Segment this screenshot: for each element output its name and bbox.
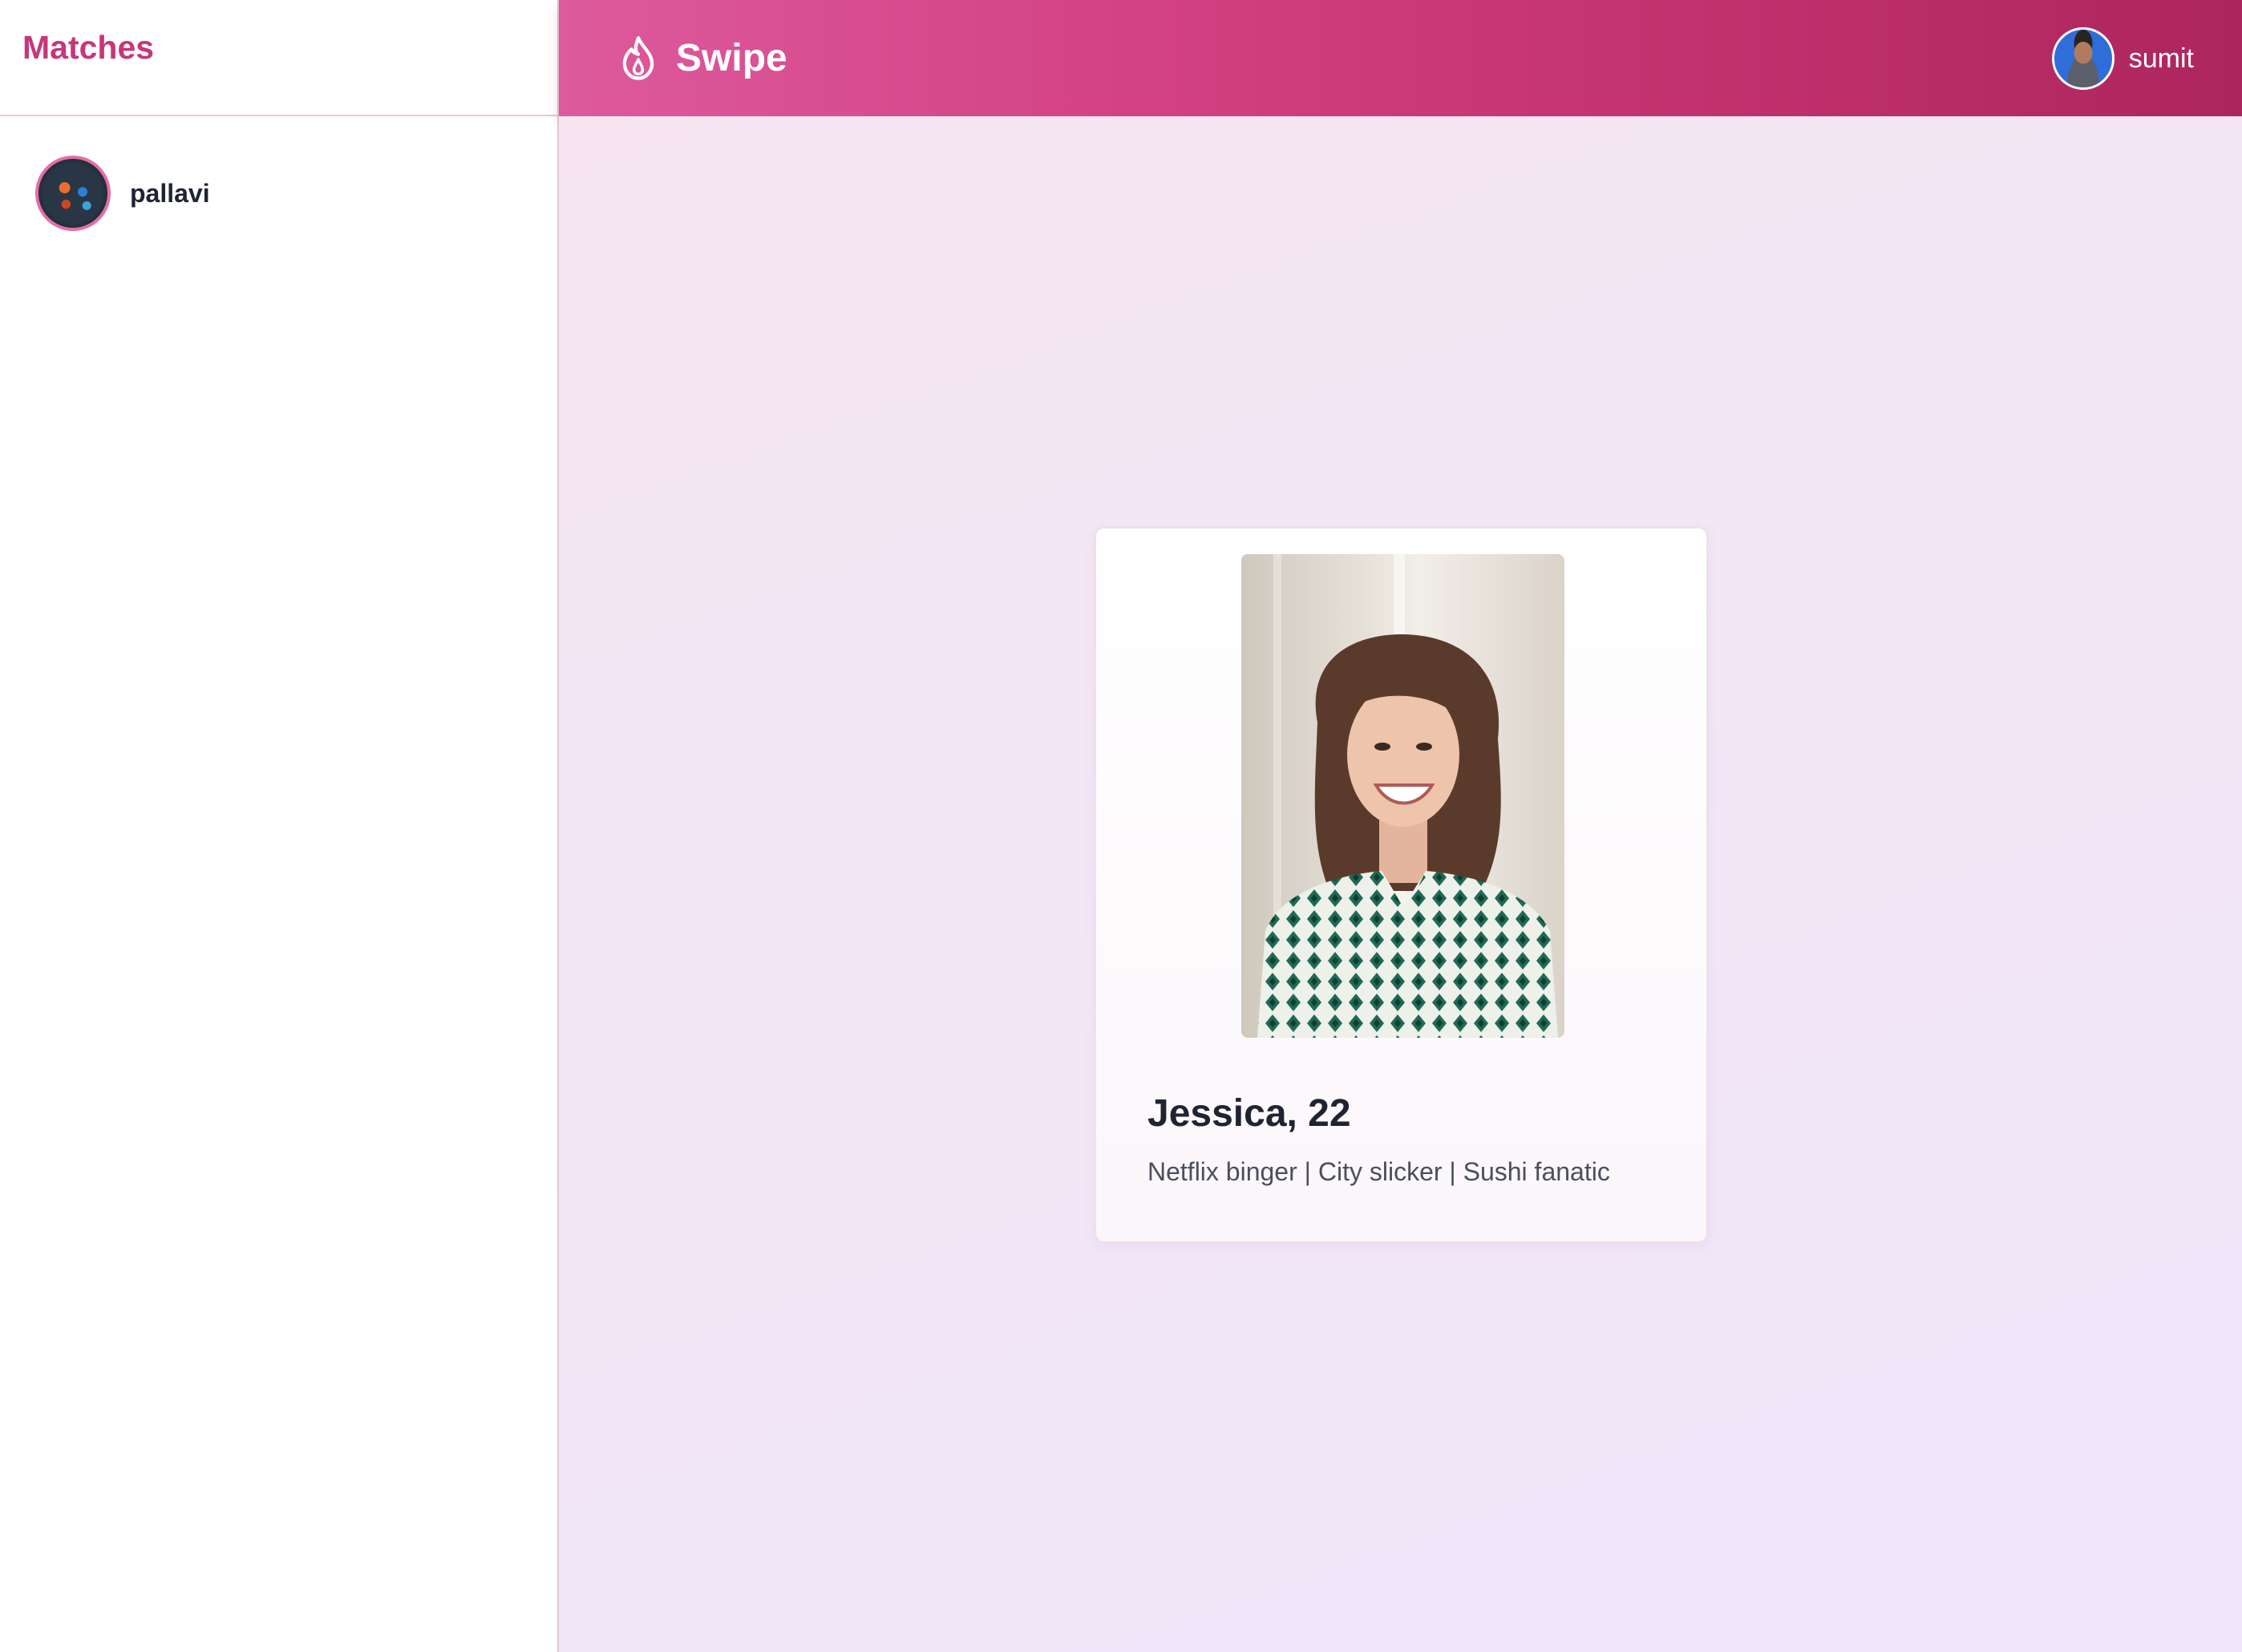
user-name: sumit [2128, 43, 2194, 74]
app-root: Matches pallavi Swipe sumit Jessica, 22 … [0, 0, 2242, 1652]
brand-name: Swipe [676, 37, 787, 79]
swipe-area: Jessica, 22 Netflix binger | City slicke… [559, 116, 2242, 1652]
profile-photo [1241, 554, 1564, 1038]
user-avatar [2051, 27, 2115, 90]
flame-icon [622, 35, 654, 80]
matches-sidebar: Matches pallavi [0, 0, 559, 1652]
match-name: pallavi [130, 178, 210, 208]
match-item-pallavi[interactable]: pallavi [0, 155, 557, 232]
profile-bio: Netflix binger | City slicker | Sushi fa… [1147, 1157, 1610, 1186]
top-header: Swipe sumit [559, 0, 2242, 116]
user-menu[interactable]: sumit [2051, 27, 2194, 90]
sidebar-header: Matches [0, 0, 557, 116]
profile-name-age: Jessica, 22 [1147, 1092, 1351, 1135]
profile-card[interactable]: Jessica, 22 Netflix binger | City slicke… [1095, 527, 1708, 1243]
match-avatar [35, 156, 111, 231]
brand[interactable]: Swipe [617, 34, 787, 83]
sidebar-title: Matches [22, 29, 155, 66]
